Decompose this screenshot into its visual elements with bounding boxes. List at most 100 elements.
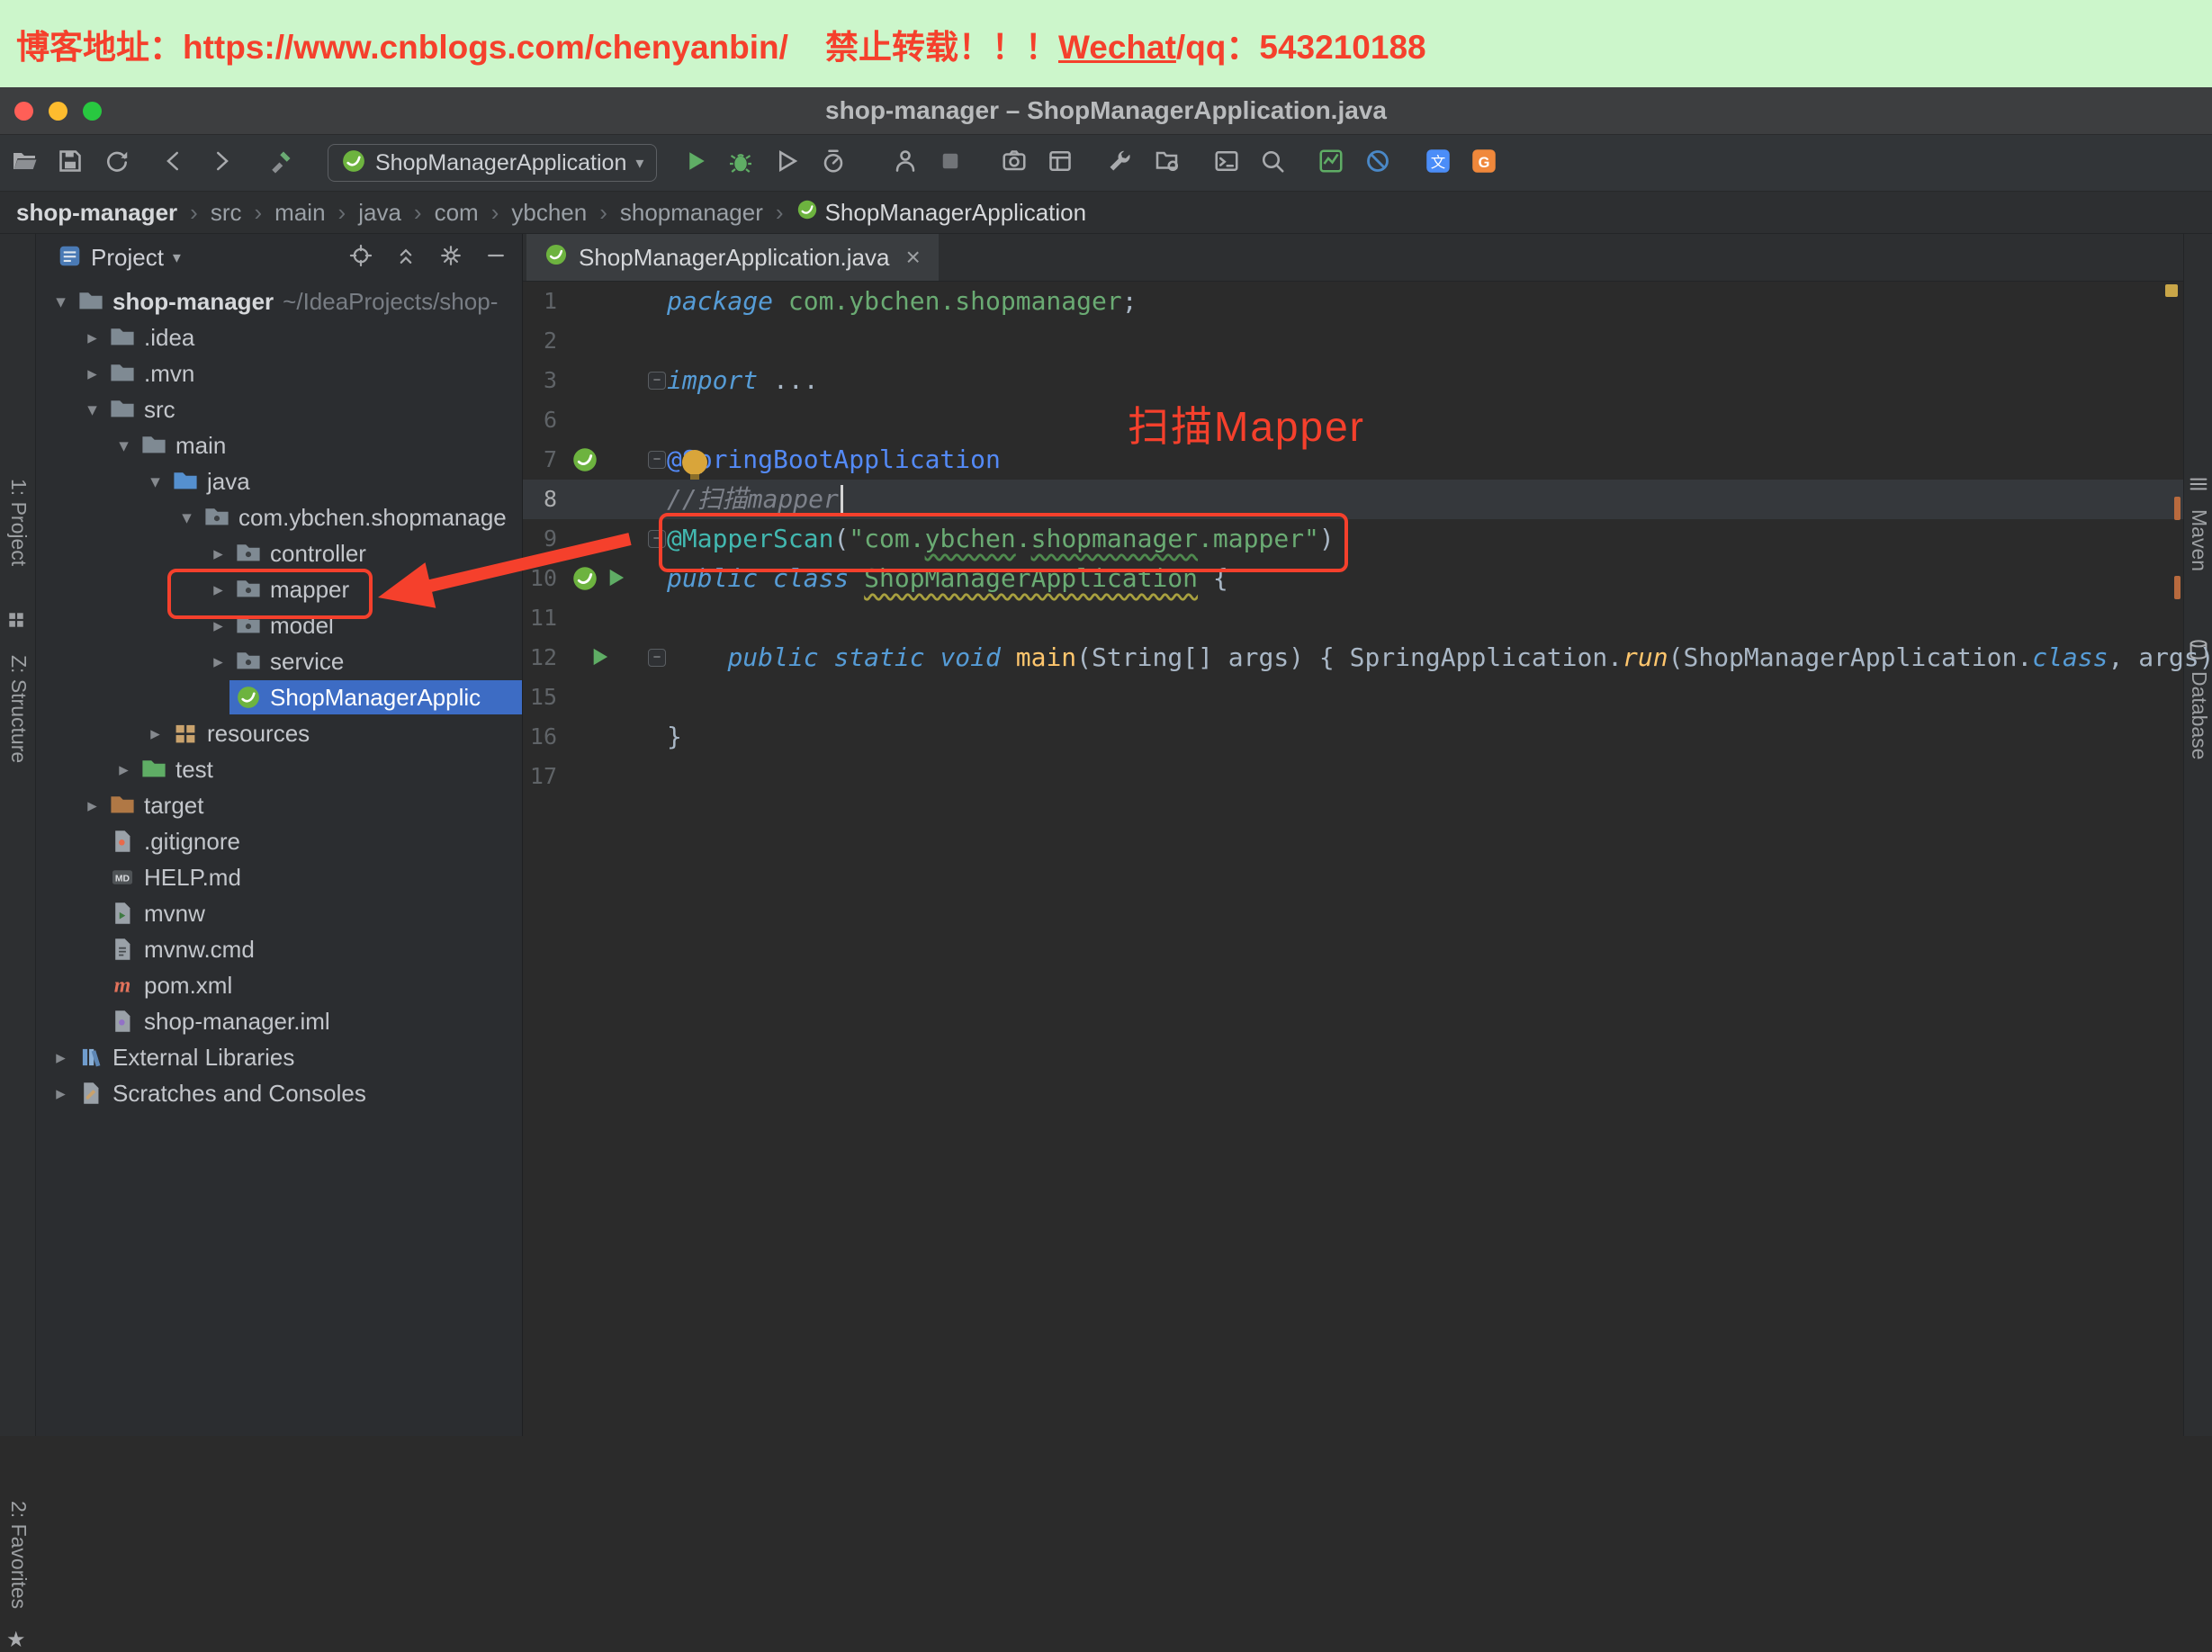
layout-button[interactable] [1046,148,1075,177]
capture-button[interactable] [1000,148,1029,177]
zoom-button[interactable] [83,102,102,121]
collapse-all-button[interactable] [394,244,418,272]
gutter[interactable]: 9− [523,519,667,559]
open-button[interactable] [10,148,39,177]
fold-marker-icon[interactable]: − [648,451,666,469]
ban-button[interactable] [1363,148,1392,177]
locate-button[interactable] [349,244,373,272]
tab-shopmanagerapplication[interactable]: ShopManagerApplication.java × [526,234,939,281]
forward-button[interactable] [207,148,236,177]
fold-marker-icon[interactable]: − [648,372,666,390]
tree-row--gitignore[interactable]: .gitignore [36,823,522,859]
tree-row-external-libraries[interactable]: ▸External Libraries [36,1039,522,1075]
debug-button[interactable] [726,148,755,177]
tree-row-scratches-and-consoles[interactable]: ▸Scratches and Consoles [36,1075,522,1111]
sync-button[interactable] [103,148,131,177]
spring-bean-gutter-icon[interactable] [571,446,598,473]
code-line-11[interactable]: 11 [523,598,2183,638]
chevron-right-icon[interactable]: ▸ [76,327,108,348]
tree-row-mvnw-cmd[interactable]: mvnw.cmd [36,931,522,967]
gutter[interactable]: 16 [523,717,667,757]
stop-button[interactable] [936,148,965,177]
tree-row-src[interactable]: ▾src [36,391,522,427]
gutter[interactable]: 15 [523,678,667,717]
project-structure-button[interactable] [1154,148,1182,177]
code-line-2[interactable]: 2 [523,321,2183,361]
close-button[interactable] [14,102,33,121]
tree-row-target[interactable]: ▸target [36,787,522,823]
gutter[interactable]: 2 [523,321,667,361]
chevron-down-icon[interactable]: ▾ [108,435,139,456]
gutter[interactable]: 8 [523,480,667,519]
chevron-down-icon[interactable]: ▾ [45,291,76,312]
gutter[interactable]: 6 [523,400,667,440]
breadcrumb-item-shopmanagerapplication[interactable]: ShopManagerApplication [796,199,1087,227]
chevron-down-icon[interactable]: ▾ [139,471,171,492]
breadcrumb-item-com[interactable]: com [435,199,479,227]
chevron-right-icon[interactable]: ▸ [202,615,234,636]
breadcrumb-item-shopmanager[interactable]: shopmanager [620,199,763,227]
gear-icon[interactable] [439,244,463,272]
code-line-17[interactable]: 17 [523,757,2183,796]
wrench-button[interactable] [1105,148,1134,177]
code-line-12[interactable]: 12− public static void main(String[] arg… [523,638,2183,678]
favorites-star-icon[interactable]: ★ [6,1627,26,1652]
tree-row-resources[interactable]: ▸resources [36,715,522,751]
breadcrumb-item-src[interactable]: src [211,199,242,227]
tool-window-button-1-project[interactable]: 1: Project [6,479,31,566]
chevron-right-icon[interactable]: ▸ [202,543,234,564]
tree-row-service[interactable]: ▸service [36,643,522,679]
code-line-6[interactable]: 6 [523,400,2183,440]
code-line-7[interactable]: 7−@SpringBootApplication [523,440,2183,480]
tool-window-button-z-structure[interactable]: Z: Structure [6,655,31,763]
tree-row-mapper[interactable]: ▸mapper [36,571,522,607]
chevron-down-icon[interactable]: ▾ [171,507,202,528]
run-gutter-icon[interactable] [603,565,630,592]
code-line-15[interactable]: 15 [523,678,2183,717]
tool-window-button-database[interactable]: Database [2187,671,2211,759]
chevron-right-icon[interactable]: ▸ [139,723,171,744]
chevron-right-icon[interactable]: ▸ [76,795,108,816]
profiler-button[interactable] [819,148,848,177]
monitor-button[interactable] [1317,148,1345,177]
breadcrumb-item-ybchen[interactable]: ybchen [511,199,587,227]
tool-window-button-maven[interactable]: Maven [2187,509,2211,571]
tree-row-java[interactable]: ▾java [36,463,522,499]
fold-marker-icon[interactable]: − [648,530,666,548]
hide-panel-button[interactable] [484,244,508,272]
spring-bean-gutter-icon[interactable] [571,565,598,592]
chevron-right-icon[interactable]: ▸ [108,759,139,780]
chevron-right-icon[interactable]: ▸ [45,1082,76,1104]
breadcrumb-item-shop-manager[interactable]: shop-manager [16,199,177,227]
chevron-right-icon[interactable]: ▸ [202,579,234,600]
menu-icon[interactable] [2188,473,2209,499]
build-button[interactable] [266,148,295,177]
search-button[interactable] [1258,148,1287,177]
tree-row--idea[interactable]: ▸.idea [36,319,522,355]
close-tab-icon[interactable]: × [905,243,920,272]
chevron-right-icon[interactable]: ▸ [202,651,234,672]
tree-row-mvnw[interactable]: mvnw [36,895,522,931]
fold-marker-icon[interactable]: − [648,649,666,667]
chevron-right-icon[interactable]: ▸ [76,363,108,384]
tree-row-shopmanagerapplic[interactable]: ShopManagerApplic [36,679,522,715]
run-gutter-icon[interactable] [587,644,614,671]
minimize-button[interactable] [49,102,67,121]
save-button[interactable] [56,148,85,177]
tree-row-shop-manager-iml[interactable]: shop-manager.iml [36,1003,522,1039]
translate-button[interactable]: 文 [1424,148,1452,177]
gutter[interactable]: 10 [523,559,667,598]
code-line-8[interactable]: 8//扫描mapper [523,480,2183,519]
tree-row-pom-xml[interactable]: mpom.xml [36,967,522,1003]
intention-bulb-icon[interactable] [682,450,707,475]
tree-row-controller[interactable]: ▸controller [36,535,522,571]
gutter[interactable]: 7− [523,440,667,480]
grid-icon[interactable] [6,610,26,634]
terminal-button[interactable] [1212,148,1241,177]
tree-row--mvn[interactable]: ▸.mvn [36,355,522,391]
run-button[interactable] [681,148,710,177]
back-button[interactable] [159,148,188,177]
chevron-down-icon[interactable]: ▾ [76,399,108,420]
breadcrumb-item-main[interactable]: main [274,199,325,227]
chevron-right-icon[interactable]: ▸ [45,1046,76,1068]
